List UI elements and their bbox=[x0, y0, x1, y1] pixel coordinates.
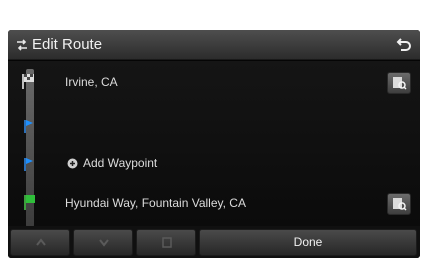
delete-icon bbox=[162, 237, 172, 248]
move-down-icon bbox=[99, 239, 109, 247]
destination-flag-icon bbox=[24, 195, 35, 210]
page-title: Edit Route bbox=[32, 36, 103, 53]
waypoint-marker-icon bbox=[24, 120, 33, 133]
destination-search-button[interactable] bbox=[387, 193, 411, 215]
add-waypoint-icon bbox=[67, 158, 78, 169]
route-destination-label: Hyundai Way, Fountain Valley, CA bbox=[65, 196, 246, 210]
move-up-button[interactable] bbox=[10, 229, 70, 256]
route-start-label: Irvine, CA bbox=[65, 75, 118, 89]
bottom-toolbar: Done bbox=[8, 226, 420, 258]
add-waypoint-row[interactable]: Add Waypoint bbox=[8, 143, 420, 183]
route-start-row[interactable]: Irvine, CA bbox=[8, 63, 420, 103]
map-search-icon bbox=[393, 77, 407, 90]
move-down-button[interactable] bbox=[73, 229, 133, 256]
route-list: Irvine, CA Add Waypoint Hyundai Way, Fou… bbox=[8, 61, 420, 227]
delete-button[interactable] bbox=[136, 229, 196, 256]
title-bar: Edit Route bbox=[8, 30, 420, 60]
done-button-label: Done bbox=[293, 235, 323, 249]
waypoint-slot-row bbox=[8, 103, 420, 143]
back-arrow-icon[interactable] bbox=[394, 36, 412, 54]
waypoint-marker-icon bbox=[24, 158, 33, 171]
start-flag-icon bbox=[22, 74, 34, 89]
move-up-icon bbox=[36, 238, 46, 246]
add-waypoint-label: Add Waypoint bbox=[83, 156, 158, 170]
map-search-icon bbox=[393, 198, 407, 211]
navigation-screen: Edit Route Irvine, CA Add Waypoint Hyund… bbox=[8, 30, 420, 258]
route-destination-row[interactable]: Hyundai Way, Fountain Valley, CA bbox=[8, 183, 420, 223]
done-button[interactable]: Done bbox=[199, 229, 417, 256]
start-search-button[interactable] bbox=[387, 72, 411, 94]
edit-route-icon bbox=[17, 39, 27, 51]
